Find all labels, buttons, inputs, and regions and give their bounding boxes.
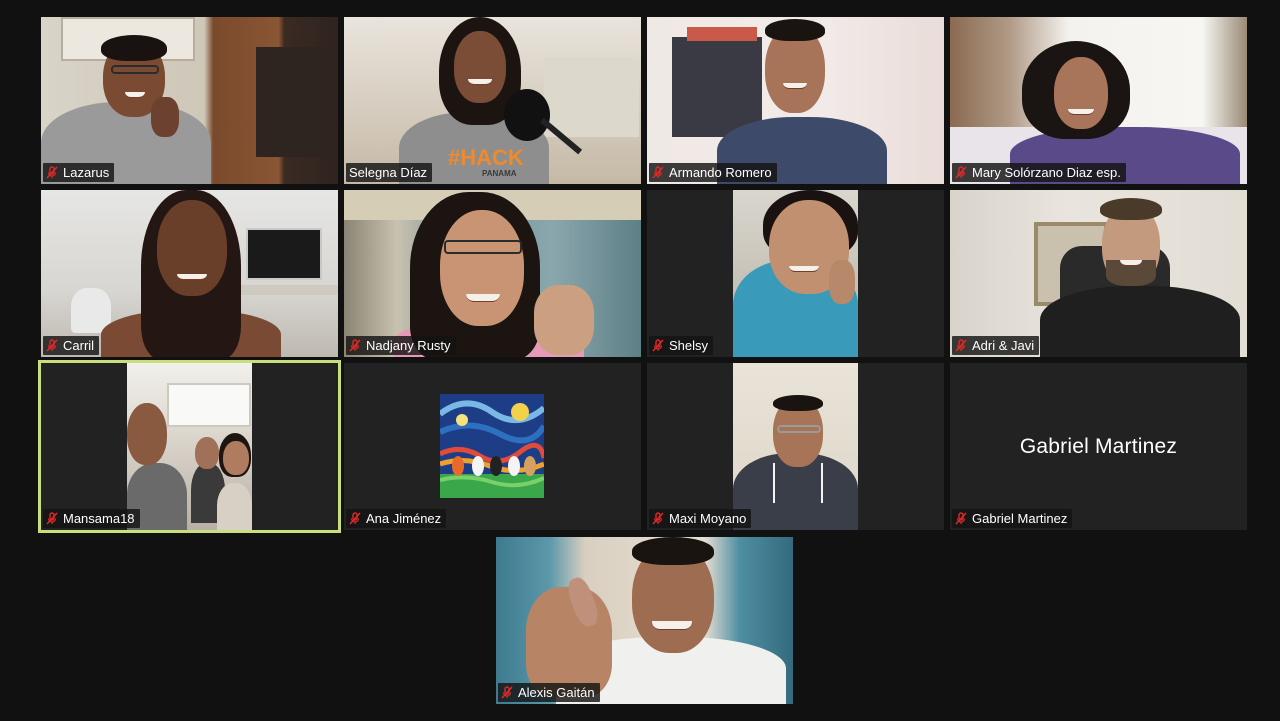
participant-tile-armando[interactable]: Armando Romero [647,17,944,184]
shirt-logo: #HACK [448,145,524,170]
muted-mic-icon [501,686,513,699]
participant-name-tag: Mansama18 [43,509,140,528]
participant-name-tag: Alexis Gaitán [498,683,600,702]
participant-name: Nadjany Rusty [366,338,451,353]
participant-name-tag: Gabriel Martinez [952,509,1073,528]
participant-name: Carril [63,338,95,353]
muted-mic-icon [652,339,664,352]
shirt-logo-subtext: PANAMA [482,169,517,178]
participant-video [950,17,1247,184]
participant-tile-nadjany[interactable]: Nadjany Rusty [344,190,641,357]
muted-mic-icon [46,339,58,352]
participant-video [127,363,252,530]
participant-tile-adri-javi[interactable]: Adri & Javi [950,190,1247,357]
participant-video [41,17,338,184]
participant-name: Lazarus [63,165,110,180]
participant-name: Armando Romero [669,165,772,180]
participant-name-tag: Shelsy [649,336,714,355]
participant-name: Shelsy [669,338,709,353]
muted-mic-icon [652,166,664,179]
participant-video [733,190,858,357]
muted-mic-icon [955,166,967,179]
participant-name-tag: Selegna Díaz [346,163,433,182]
muted-mic-icon [349,512,361,525]
participant-tile-selegna[interactable]: #HACK PANAMA Selegna Díaz [344,17,641,184]
muted-mic-icon [46,166,58,179]
profile-picture-painting [440,394,544,498]
participant-name: Ana Jiménez [366,511,442,526]
participant-tile-ana[interactable]: Ana Jiménez [344,363,641,530]
participant-video [496,537,793,704]
participant-display-name: Gabriel Martinez [1019,434,1178,458]
participant-name: Gabriel Martinez [972,511,1068,526]
participant-name: Mansama18 [63,511,135,526]
participant-name: Mary Solórzano Diaz esp. [972,165,1121,180]
muted-mic-icon [349,339,361,352]
participant-name-tag: Nadjany Rusty [346,336,456,355]
participant-name-tag: Maxi Moyano [649,509,752,528]
participant-video [647,17,944,184]
participant-tile-mary[interactable]: Mary Solórzano Diaz esp. [950,17,1247,184]
participant-name: Adri & Javi [972,338,1035,353]
participant-name: Selegna Díaz [349,165,428,180]
participant-video [733,363,858,530]
participant-tile-gabriel[interactable]: Gabriel Martinez Gabriel Martinez [950,363,1247,530]
participant-tile-mansama18[interactable]: Mansama18 [38,360,341,533]
participant-name-tag: Ana Jiménez [346,509,447,528]
muted-mic-icon [955,339,967,352]
participant-name: Alexis Gaitán [518,685,595,700]
participant-tile-shelsy[interactable]: Shelsy [647,190,944,357]
muted-mic-icon [955,512,967,525]
participant-tile-lazarus[interactable]: Lazarus [41,17,338,184]
participant-name-tag: Armando Romero [649,163,777,182]
participant-name-tag: Adri & Javi [952,336,1040,355]
participant-tile-carril[interactable]: Carril [41,190,338,357]
participant-video [950,190,1247,357]
participant-name-tag: Carril [43,336,100,355]
participant-tile-maxi[interactable]: Maxi Moyano [647,363,944,530]
participant-name-tag: Mary Solórzano Diaz esp. [952,163,1126,182]
participant-video [344,190,641,357]
participant-tile-alexis[interactable]: Alexis Gaitán [496,537,793,704]
participant-video [41,190,338,357]
muted-mic-icon [652,512,664,525]
gallery-view: Lazarus #HACK PANAMA Selegna Díaz Armand… [0,0,1280,721]
participant-name: Maxi Moyano [669,511,747,526]
muted-mic-icon [46,512,58,525]
participant-name-tag: Lazarus [43,163,115,182]
participant-video: #HACK PANAMA [344,17,641,184]
